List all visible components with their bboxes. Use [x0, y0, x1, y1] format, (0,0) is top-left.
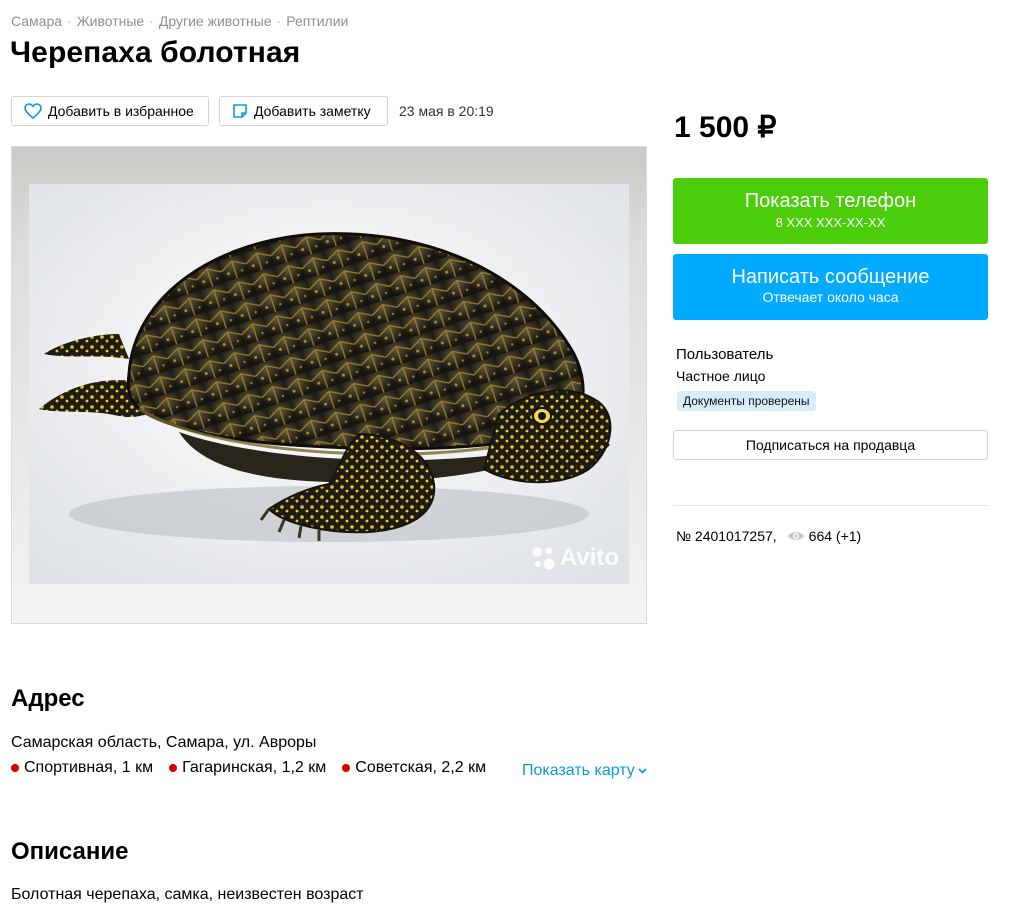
- add-to-favorites-button[interactable]: Добавить в избранное: [11, 96, 209, 126]
- breadcrumb: Самара · Животные · Другие животные · Рептилии: [11, 13, 348, 29]
- add-note-label: Добавить заметку: [254, 103, 371, 119]
- breadcrumb-item-city[interactable]: Самара: [11, 13, 62, 29]
- listing-photo[interactable]: Avito: [29, 184, 629, 584]
- watermark-text: Avito: [559, 544, 619, 571]
- description-heading: Описание: [11, 838, 129, 865]
- note-icon: [233, 104, 247, 118]
- subscribe-seller-button[interactable]: Подписаться на продавца: [673, 430, 988, 460]
- page-title: Черепаха болотная: [10, 36, 301, 69]
- seller-name[interactable]: Пользователь: [676, 346, 773, 363]
- add-note-button[interactable]: Добавить заметку: [219, 96, 388, 126]
- photo-gallery[interactable]: Avito: [11, 146, 647, 624]
- chevron-down-icon: [638, 768, 647, 774]
- show-phone-button[interactable]: Показать телефон 8 XXX XXX-XX-XX: [673, 178, 988, 244]
- turtle-image: [29, 184, 629, 584]
- metro-station: Гагаринская, 1,2 км: [169, 759, 326, 777]
- show-phone-label: Показать телефон: [744, 190, 917, 212]
- avito-logo-icon: [531, 547, 555, 570]
- write-message-button[interactable]: Написать сообщение Отвечает около часа: [673, 254, 988, 320]
- address-heading: Адрес: [11, 685, 85, 712]
- item-price: 1 500 ₽: [674, 111, 777, 144]
- breadcrumb-separator: ·: [67, 13, 72, 29]
- views-count: 664 (+1): [808, 528, 862, 544]
- avito-watermark: Avito: [530, 544, 619, 572]
- description-text: Болотная черепаха, самка, неизвестен воз…: [11, 886, 364, 903]
- documents-verified-badge: Документы проверены: [677, 391, 816, 411]
- address-text: Самарская область, Самара, ул. Авроры: [11, 734, 317, 751]
- metro-dot-icon: [11, 764, 19, 772]
- breadcrumb-separator: ·: [276, 13, 282, 29]
- metro-station-label: Советская, 2,2 км: [355, 759, 487, 776]
- eye-icon: [787, 532, 804, 540]
- metro-stations: Спортивная, 1 км Гагаринская, 1,2 км Сов…: [11, 759, 502, 777]
- add-to-favorites-label: Добавить в избранное: [48, 103, 194, 119]
- breadcrumb-item-reptiles[interactable]: Рептилии: [286, 13, 348, 29]
- phone-number-masked: 8 XXX XXX-XX-XX: [775, 215, 886, 230]
- metro-dot-icon: [169, 764, 178, 772]
- seller-type: Частное лицо: [676, 368, 766, 384]
- show-map-label: Показать карту: [522, 762, 635, 779]
- publish-date: 23 мая в 20:19: [399, 103, 494, 119]
- metro-station-label: Спортивная, 1 км: [24, 759, 154, 776]
- item-number: № 2401017257,: [676, 528, 777, 544]
- breadcrumb-item-other-animals[interactable]: Другие животные: [159, 13, 272, 29]
- write-message-label: Написать сообщение: [731, 266, 930, 288]
- sidebar-divider: [673, 505, 988, 506]
- breadcrumb-item-animals[interactable]: Животные: [77, 13, 145, 29]
- item-meta: № 2401017257, 664 (+1): [676, 528, 861, 544]
- heart-icon: [24, 103, 42, 119]
- metro-station: Спортивная, 1 км: [11, 759, 153, 777]
- metro-dot-icon: [342, 764, 351, 772]
- show-map-link[interactable]: Показать карту: [522, 762, 647, 780]
- response-time: Отвечает около часа: [762, 289, 899, 305]
- breadcrumb-separator: ·: [149, 13, 154, 29]
- metro-station: Советская, 2,2 км: [342, 759, 486, 777]
- metro-station-label: Гагаринская, 1,2 км: [182, 759, 327, 776]
